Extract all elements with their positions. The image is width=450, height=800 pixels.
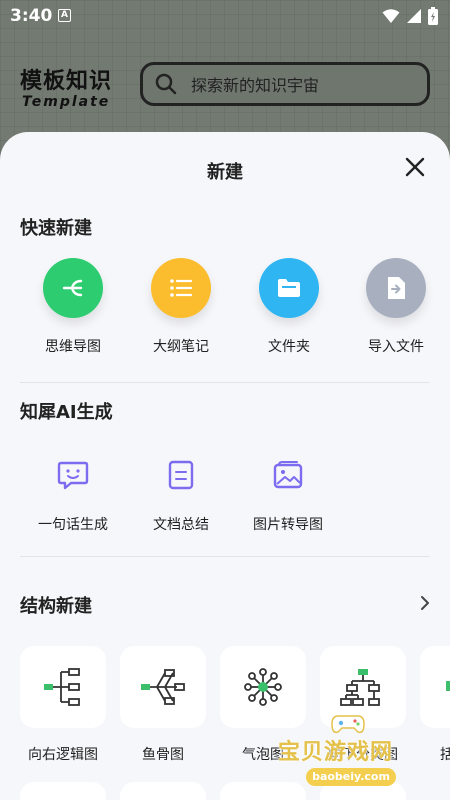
- brand-subtitle: Template: [22, 94, 111, 110]
- close-icon[interactable]: [402, 154, 428, 180]
- chat-smile-icon: [56, 458, 90, 492]
- structure-item-fishbone[interactable]: 鱼骨图: [120, 646, 206, 764]
- sheet-title: 新建: [207, 162, 243, 183]
- brand-title: 模板知识: [20, 69, 113, 94]
- new-sheet: 新建 快速新建 思维导图 大纲笔记 文件夹 导入文件 知犀AI生成 一句话生成 …: [0, 132, 450, 800]
- section-title-ai: 知犀AI生成: [20, 402, 113, 423]
- quick-label-import: 导入文件: [368, 339, 424, 355]
- mindmap-icon: [43, 258, 103, 318]
- folder-icon: [259, 258, 319, 318]
- fishbone-icon: [120, 646, 206, 728]
- notification-icon: A: [58, 9, 71, 22]
- structure-label: 向下分类图: [328, 747, 398, 763]
- quick-item-folder[interactable]: 文件夹: [235, 258, 343, 356]
- quick-item-import[interactable]: 导入文件: [342, 258, 450, 356]
- quick-label-outline: 大纲笔记: [153, 339, 209, 355]
- quick-label-mindmap: 思维导图: [45, 339, 101, 355]
- structure-card-partial[interactable]: [320, 782, 406, 800]
- signal-icon: [407, 9, 421, 23]
- bracket-icon: [420, 646, 450, 728]
- structure-item-bubble[interactable]: 气泡图: [220, 646, 306, 764]
- search-icon: [155, 73, 177, 95]
- image-icon: [271, 458, 305, 492]
- logic-right-icon: [20, 646, 106, 728]
- outline-icon: [151, 258, 211, 318]
- section-title-quick: 快速新建: [20, 218, 92, 239]
- section-title-structure: 结构新建: [20, 596, 92, 617]
- ai-create-row: 一句话生成 文档总结 图片转导图: [0, 458, 450, 548]
- chevron-right-icon[interactable]: [418, 595, 432, 611]
- quick-label-folder: 文件夹: [268, 339, 310, 355]
- status-time: 3:40: [10, 6, 53, 26]
- structure-item-bracket[interactable]: 括: [420, 646, 450, 764]
- structure-create-row: 向右逻辑图 鱼骨图 气泡图 向下分类图 括: [0, 646, 450, 800]
- search-placeholder: 探索新的知识宇宙: [191, 76, 320, 95]
- structure-card-partial[interactable]: [20, 782, 106, 800]
- ai-label-image-to-map: 图片转导图: [253, 517, 323, 533]
- structure-label: 括: [440, 747, 450, 763]
- structure-label: 气泡图: [242, 747, 284, 763]
- tree-down-icon: [320, 646, 406, 728]
- structure-item-logic-right[interactable]: 向右逻辑图: [20, 646, 106, 764]
- structure-label: 向右逻辑图: [28, 747, 98, 763]
- status-bar: 3:40 A: [0, 0, 450, 32]
- quick-item-outline[interactable]: 大纲笔记: [127, 258, 235, 356]
- ai-item-image-to-map[interactable]: 图片转导图: [223, 458, 353, 534]
- app-header: 模板知识 Template 探索新的知识宇宙: [0, 60, 450, 120]
- structure-label: 鱼骨图: [142, 747, 184, 763]
- bubble-icon: [220, 646, 306, 728]
- status-icons: [382, 7, 438, 25]
- import-icon: [366, 258, 426, 318]
- structure-item-tree-down[interactable]: 向下分类图: [320, 646, 406, 764]
- wifi-icon: [382, 9, 400, 23]
- structure-card-partial[interactable]: [120, 782, 206, 800]
- divider: [20, 556, 430, 557]
- divider: [20, 382, 430, 383]
- structure-card-partial[interactable]: [220, 782, 306, 800]
- document-icon: [164, 458, 198, 492]
- battery-icon: [428, 7, 438, 25]
- quick-item-mindmap[interactable]: 思维导图: [19, 258, 127, 356]
- quick-create-row: 思维导图 大纲笔记 文件夹 导入文件: [0, 258, 450, 358]
- search-input[interactable]: 探索新的知识宇宙: [140, 62, 430, 106]
